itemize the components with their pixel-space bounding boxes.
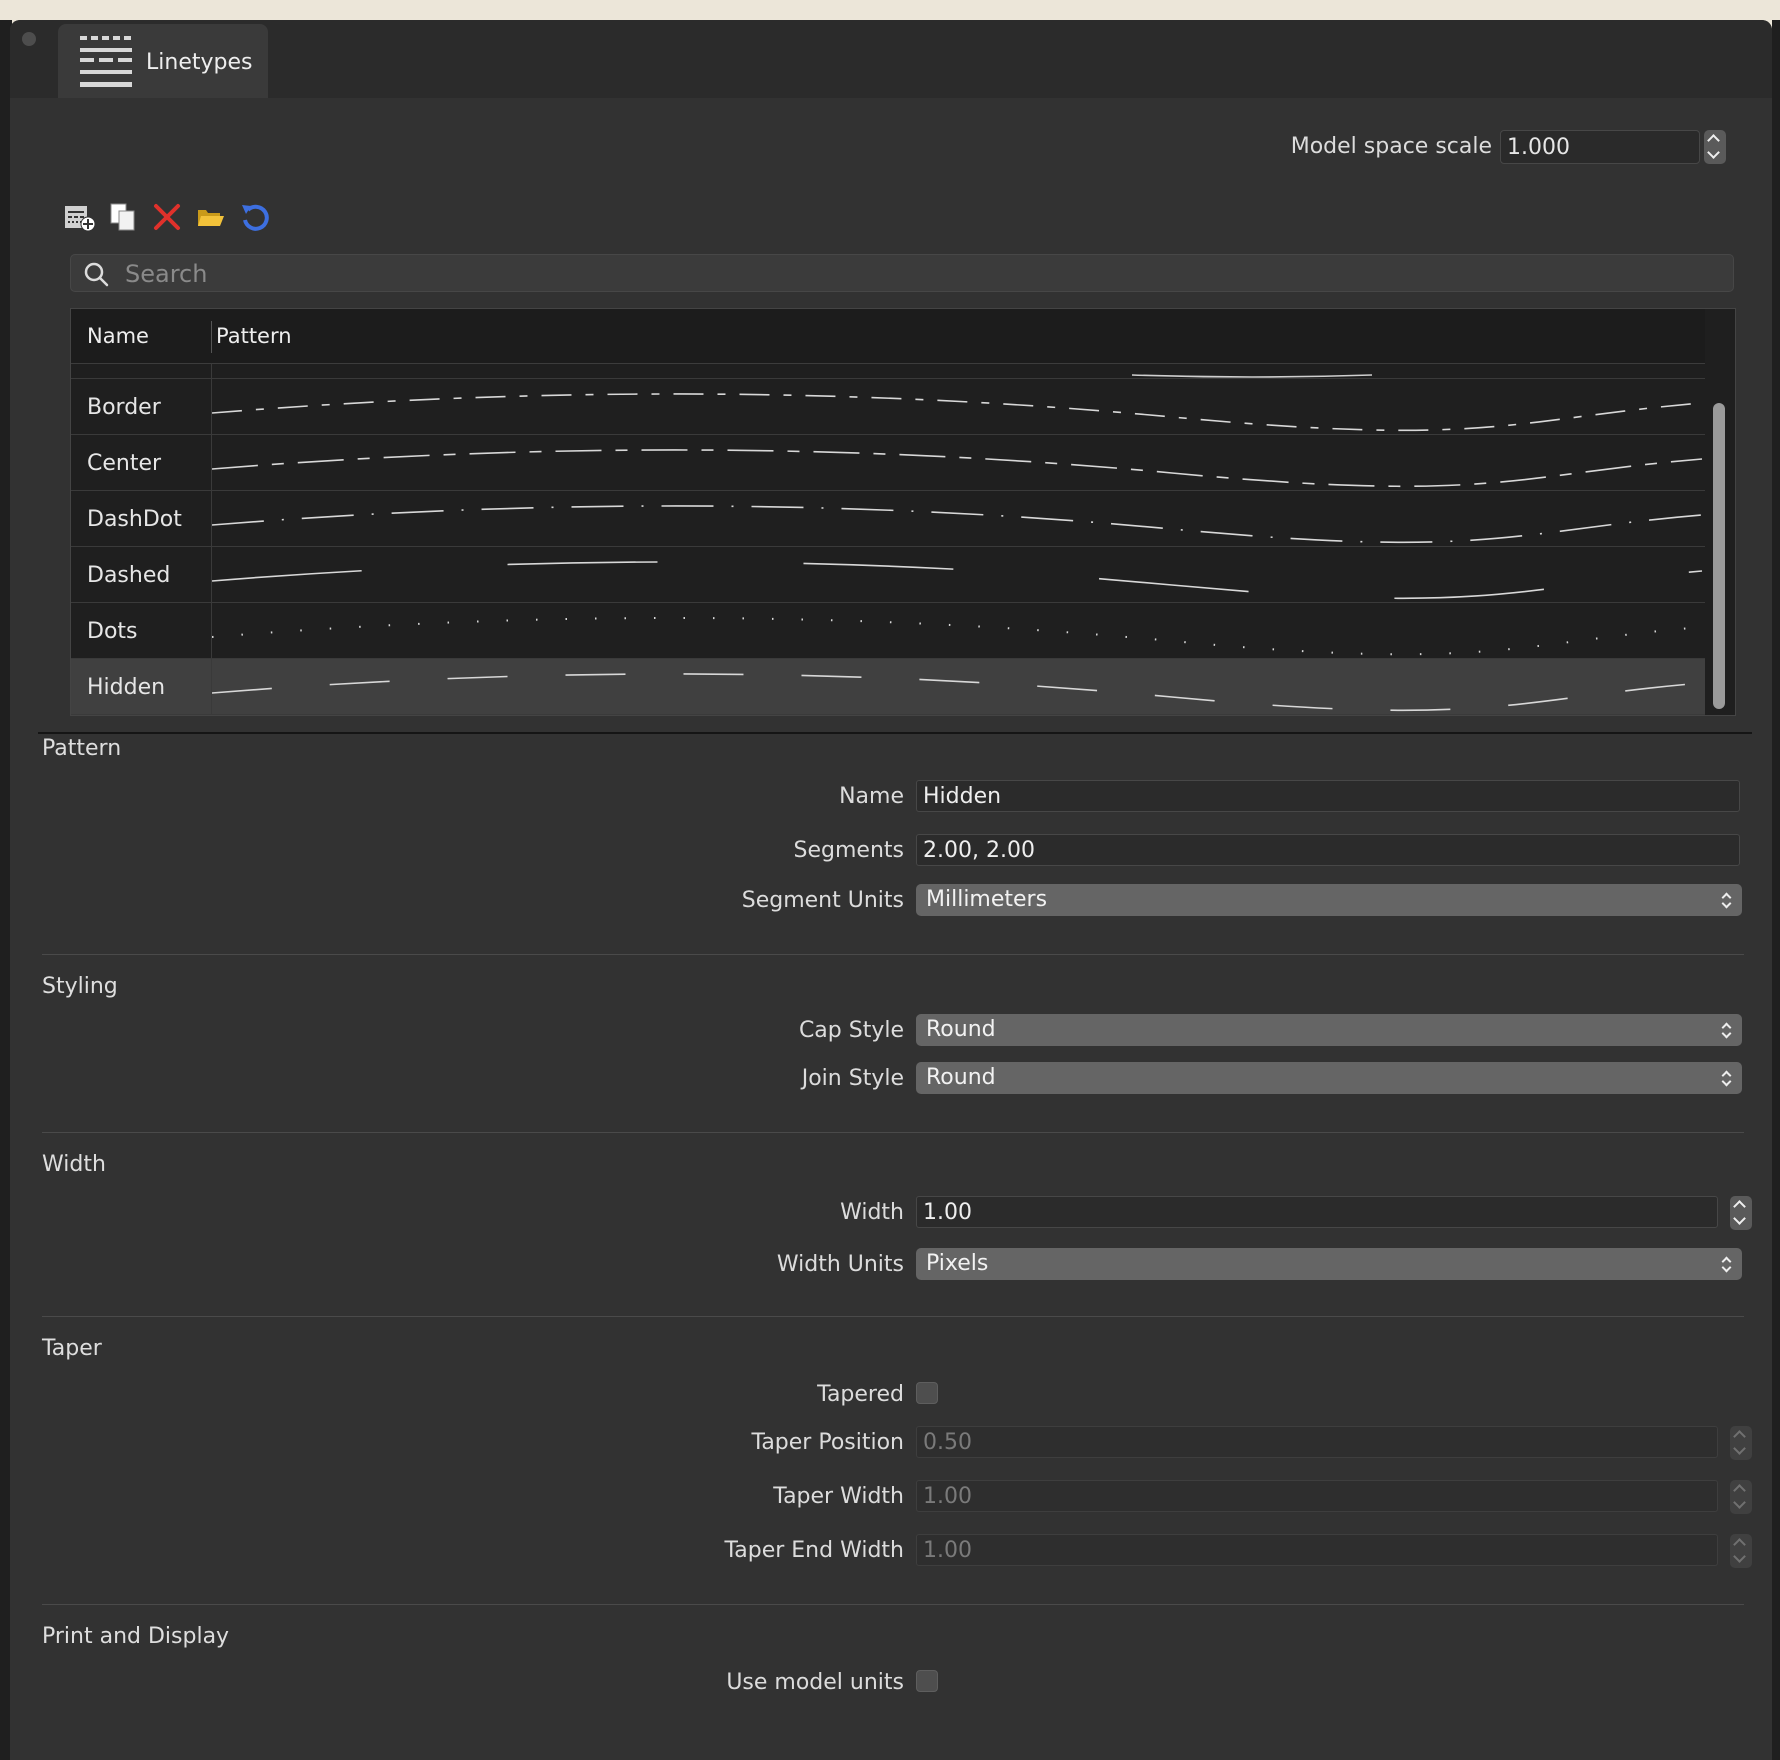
join-style-value: Round xyxy=(926,1065,996,1090)
tab-linetypes[interactable]: Linetypes xyxy=(58,24,268,98)
table-header: Name Pattern xyxy=(71,309,1705,364)
linetypes-icon xyxy=(80,34,132,88)
column-separator xyxy=(211,321,212,353)
window-tab-bar: Linetypes xyxy=(10,20,1772,98)
search-input[interactable] xyxy=(123,255,1727,293)
segment-units-label: Segment Units xyxy=(741,888,904,913)
delete-icon[interactable] xyxy=(150,200,184,234)
tapered-label: Tapered xyxy=(817,1382,904,1407)
search-icon xyxy=(84,262,109,287)
width-label: Width xyxy=(840,1200,904,1225)
linetype-name: DashDot xyxy=(87,507,182,532)
taper-end-width-label: Taper End Width xyxy=(724,1538,904,1563)
table-scrollbar-thumb[interactable] xyxy=(1713,403,1725,709)
chevron-updown-icon xyxy=(1720,1066,1734,1090)
width-stepper[interactable] xyxy=(1730,1196,1752,1230)
column-header-name[interactable]: Name xyxy=(87,324,149,348)
pattern-preview xyxy=(212,449,1703,488)
taper-position-stepper[interactable] xyxy=(1730,1426,1752,1460)
table-row[interactable] xyxy=(71,363,1705,379)
linetype-name: Hidden xyxy=(87,675,166,700)
pattern-preview xyxy=(212,673,1703,712)
taper-width-label: Taper Width xyxy=(773,1484,904,1509)
use-model-units-checkbox[interactable] xyxy=(916,1670,938,1692)
linetype-name: Border xyxy=(87,395,161,420)
cap-style-label: Cap Style xyxy=(798,1018,904,1043)
table-row-border[interactable]: Border xyxy=(71,379,1705,435)
taper-position-label: Taper Position xyxy=(751,1430,904,1455)
section-title-taper: Taper xyxy=(42,1336,102,1361)
pattern-preview xyxy=(212,393,1703,432)
linetype-table: Name Pattern Border Center DashDot Dashed Do… xyxy=(70,308,1736,716)
join-style-label: Join Style xyxy=(801,1066,904,1091)
cap-style-select[interactable]: Round xyxy=(916,1014,1742,1046)
model-space-scale-label: Model space scale xyxy=(1290,134,1492,159)
table-row-dashed[interactable]: Dashed xyxy=(71,547,1705,603)
section-title-styling: Styling xyxy=(42,974,118,999)
linetype-name: Dots xyxy=(87,619,138,644)
use-model-units-label: Use model units xyxy=(726,1670,904,1695)
table-row-dots[interactable]: Dots xyxy=(71,603,1705,659)
segment-units-select[interactable]: Millimeters xyxy=(916,884,1742,916)
section-divider xyxy=(42,1316,1744,1317)
width-units-select[interactable]: Pixels xyxy=(916,1248,1742,1280)
name-field[interactable] xyxy=(916,780,1740,812)
column-header-pattern[interactable]: Pattern xyxy=(216,324,292,348)
model-space-scale-stepper[interactable] xyxy=(1704,130,1726,164)
width-field[interactable] xyxy=(916,1196,1718,1228)
pattern-preview xyxy=(1131,374,1373,378)
table-row-hidden[interactable]: Hidden xyxy=(71,659,1705,715)
section-divider xyxy=(42,1132,1744,1133)
linetype-name: Dashed xyxy=(87,563,171,588)
chevron-updown-icon xyxy=(1720,1018,1734,1042)
search-field[interactable] xyxy=(70,254,1734,293)
linetypes-window: Linetypes Model space scale 1.000 Search… xyxy=(10,20,1772,1760)
taper-end-width-field[interactable] xyxy=(916,1534,1718,1566)
pattern-preview xyxy=(212,561,1703,600)
reload-icon[interactable] xyxy=(238,200,272,234)
pattern-preview xyxy=(212,505,1703,544)
taper-width-stepper[interactable] xyxy=(1730,1480,1752,1514)
right-window-edge xyxy=(1772,20,1780,1760)
section-title-print-display: Print and Display xyxy=(42,1624,230,1649)
tab-label: Linetypes xyxy=(146,50,253,75)
segment-units-value: Millimeters xyxy=(926,887,1048,912)
join-style-select[interactable]: Round xyxy=(916,1062,1742,1094)
new-linetype-icon[interactable] xyxy=(62,200,96,234)
width-units-label: Width Units xyxy=(776,1252,904,1277)
taper-position-field[interactable] xyxy=(916,1426,1718,1458)
cap-style-value: Round xyxy=(926,1017,996,1042)
tapered-checkbox[interactable] xyxy=(916,1382,938,1404)
table-body: Border Center DashDot Dashed Dots Hidden xyxy=(71,363,1705,715)
chevron-updown-icon xyxy=(1720,1252,1734,1276)
section-title-width: Width xyxy=(42,1152,106,1177)
duplicate-icon[interactable] xyxy=(106,200,140,234)
section-divider xyxy=(42,954,1744,955)
linetype-name: Center xyxy=(87,451,162,476)
width-units-value: Pixels xyxy=(926,1251,989,1276)
table-row-dashdot[interactable]: DashDot xyxy=(71,491,1705,547)
pattern-preview xyxy=(212,616,1703,656)
table-row-center[interactable]: Center xyxy=(71,435,1705,491)
section-divider xyxy=(42,1604,1744,1605)
segments-label: Segments xyxy=(793,838,904,863)
taper-width-field[interactable] xyxy=(916,1480,1718,1512)
name-label: Name xyxy=(839,784,904,809)
model-space-scale-input[interactable] xyxy=(1500,130,1700,164)
segments-field[interactable] xyxy=(916,834,1740,866)
table-divider xyxy=(38,732,1752,734)
section-title-pattern: Pattern xyxy=(42,736,122,761)
close-window-button[interactable] xyxy=(22,32,36,46)
chevron-updown-icon xyxy=(1720,888,1734,912)
taper-end-width-stepper[interactable] xyxy=(1730,1534,1752,1568)
open-folder-icon[interactable] xyxy=(194,200,228,234)
